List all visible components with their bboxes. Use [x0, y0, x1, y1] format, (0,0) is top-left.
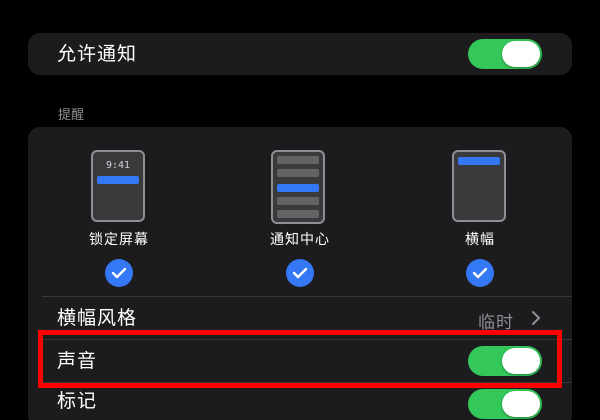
notification-center-preview-icon: [271, 150, 325, 224]
preview-banner: [458, 157, 500, 165]
preview-time: 9:41: [105, 160, 131, 171]
banner-style-label: 横幅风格: [57, 307, 138, 329]
preview-banner: [97, 176, 139, 184]
toggle-knob: [502, 348, 540, 374]
alert-option-label: 横幅: [465, 232, 495, 248]
banner-preview-icon: [452, 150, 506, 222]
badge-label: 标记: [57, 390, 98, 412]
alert-option-label: 通知中心: [270, 232, 330, 248]
allow-notifications-toggle[interactable]: [468, 39, 542, 69]
alerts-group: 9:41 锁定屏幕 通知中心 横幅 横幅风格 临时 声音 标记: [28, 127, 572, 420]
allow-notifications-label: 允许通知: [57, 43, 138, 65]
banner-style-row[interactable]: 横幅风格 临时: [28, 297, 572, 339]
sound-row[interactable]: 声音: [28, 340, 572, 382]
alerts-section-title: 提醒: [58, 108, 85, 123]
preview-bar: [277, 197, 319, 205]
checkmark-icon[interactable]: [286, 259, 314, 287]
badge-toggle[interactable]: [468, 389, 542, 419]
alert-option-label: 锁定屏幕: [89, 232, 149, 248]
lock-screen-preview-icon: 9:41: [91, 150, 145, 222]
preview-bar: [277, 169, 319, 177]
badge-row[interactable]: 标记: [28, 383, 572, 420]
sound-toggle[interactable]: [468, 346, 542, 376]
checkmark-icon[interactable]: [466, 259, 494, 287]
notification-settings-screen: 允许通知 提醒 9:41 锁定屏幕 通知中心 横幅 横幅风格 临时 声音 标记: [0, 0, 600, 420]
allow-notifications-row[interactable]: 允许通知: [28, 33, 572, 75]
preview-banner: [277, 184, 319, 192]
toggle-knob: [502, 391, 540, 417]
banner-style-value: 临时: [478, 313, 514, 333]
preview-bar: [277, 210, 319, 218]
preview-bar: [277, 156, 319, 164]
toggle-knob: [502, 41, 540, 67]
chevron-right-icon: [532, 311, 540, 325]
sound-label: 声音: [57, 350, 98, 372]
checkmark-icon[interactable]: [105, 259, 133, 287]
